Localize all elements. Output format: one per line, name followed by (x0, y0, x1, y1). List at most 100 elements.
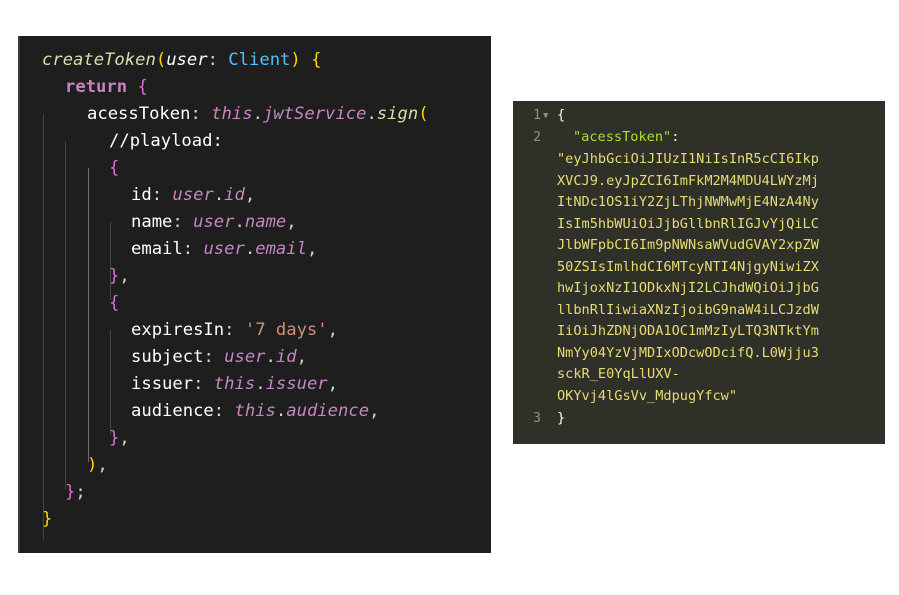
code-line-13[interactable]: issuer: this.issuer, (131, 371, 338, 398)
code-line-1[interactable]: createToken(user: Client) { (42, 47, 321, 74)
line-number: 2 (533, 130, 541, 145)
json-value-line: OKYvj4lGsVv_MdpugYfcw" (557, 387, 738, 404)
property-name: acessToken (87, 104, 191, 124)
comma: , (97, 455, 108, 475)
this-keyword: this (211, 104, 253, 124)
brace: } (42, 509, 53, 529)
member-name: name (244, 212, 287, 232)
colon: : (224, 320, 245, 340)
brace: } (109, 428, 120, 448)
json-value-line: XVCJ9.eyJpZCI6ImFkM2M4MDU4LWYzMj (557, 172, 819, 189)
member-name: jwtService (262, 104, 367, 124)
object-name: user (172, 185, 214, 205)
colon: : (207, 50, 229, 70)
colon: : (213, 401, 235, 421)
brace: } (65, 482, 76, 502)
colon: : (151, 185, 173, 205)
colon: : (671, 129, 680, 145)
code-line-5[interactable]: { (109, 155, 119, 182)
json-value-line: IsIm5hbWUiOiJjbGllbnRlIGJvYjQiLC (557, 215, 819, 232)
member-name: audience (286, 401, 370, 421)
json-value-line: llbnRlIiwiaXNzIjoibG9naW4iLCJzdW (557, 301, 819, 318)
semicolon: ; (75, 482, 86, 502)
paren: ( (155, 50, 167, 70)
property-name: subject (131, 347, 204, 367)
object-name: user (193, 212, 235, 232)
colon: : (182, 239, 204, 259)
json-value-line: hwIjoxNzI1ODkxNjI2LCJhdWQiOiJjbG (557, 280, 819, 296)
line-number: 1 (533, 108, 541, 123)
line-number-gutter: 1 ▼ 2 3 (513, 101, 550, 444)
code-line-7[interactable]: name: user.name, (131, 209, 297, 236)
code-line-6[interactable]: id: user.id, (131, 182, 255, 209)
member-name: id (224, 185, 245, 205)
code-line-9[interactable]: }, (109, 263, 130, 290)
brace: { (557, 107, 566, 123)
json-viewer[interactable]: 1 ▼ 2 3 { "acessToken": "eyJhbGciOiJIUzI… (513, 101, 885, 444)
json-line[interactable]: } (557, 408, 565, 430)
comma: , (306, 239, 318, 259)
indent-guide (88, 168, 89, 462)
member-name: id (275, 347, 297, 367)
colon: : (203, 347, 225, 367)
dot: . (234, 212, 245, 232)
comma: , (296, 347, 307, 367)
paren: ( (418, 104, 429, 124)
property-name: email (131, 239, 183, 259)
code-line-3[interactable]: acessToken: this.jwtService.sign( (87, 101, 429, 128)
code-line-2[interactable]: return { (65, 74, 148, 101)
code-line-18[interactable]: } (42, 506, 52, 533)
dot: . (244, 239, 256, 259)
indent-guide (110, 330, 111, 435)
comment: //playload: (109, 131, 223, 151)
comma: , (369, 401, 380, 421)
dot: . (252, 104, 263, 124)
property-name: audience (131, 401, 214, 421)
code-line-11[interactable]: expiresIn: '7 days', (131, 317, 338, 344)
indent-guide (43, 114, 44, 540)
comma: , (119, 266, 130, 286)
code-line-15[interactable]: }, (109, 425, 130, 452)
code-line-8[interactable]: email: user.email, (131, 236, 317, 263)
code-line-16[interactable]: ), (87, 452, 108, 479)
type-name: Client (228, 50, 291, 70)
brace: { (109, 293, 120, 313)
param-name: user (166, 50, 208, 70)
object-name: user (224, 347, 266, 367)
fold-toggle-icon[interactable]: ▼ (543, 111, 548, 121)
json-value-line: JlbWFpbCI6Im9pNWNsaWVudGVAY2xpZW (557, 237, 819, 253)
colon: : (193, 374, 214, 394)
property-name: name (131, 212, 173, 232)
json-value-line: "eyJhbGciOiJIUzI1NiIsInR5cCI6Ikp (557, 151, 819, 167)
json-line[interactable]: { (557, 105, 565, 127)
comma: , (286, 212, 297, 232)
json-line[interactable]: "acessToken": (573, 127, 679, 149)
json-value-line: NmYy04YzVjMDIxODcwODcifQ.L0Wjju3 (557, 344, 819, 361)
function-name: createToken (42, 50, 156, 70)
code-line-14[interactable]: audience: this.audience, (131, 398, 379, 425)
code-editor[interactable]: createToken(user: Client) { return { ace… (18, 36, 491, 553)
json-value-line: 50ZSIsImlhdCI6MTcyNTI4NjgyNiwiZX (557, 258, 819, 275)
dot: . (265, 347, 276, 367)
brace: { (137, 77, 148, 97)
dot: . (213, 185, 225, 205)
colon: : (172, 212, 194, 232)
dot: . (275, 401, 287, 421)
comma: , (327, 320, 338, 340)
code-line-4[interactable]: //playload: (109, 128, 223, 155)
code-line-12[interactable]: subject: user.id, (131, 344, 307, 371)
comma: , (244, 185, 256, 205)
line-number: 3 (533, 411, 541, 426)
property-name: id (131, 185, 152, 205)
code-line-10[interactable]: { (109, 290, 119, 317)
comma: , (119, 428, 130, 448)
this-keyword: this (213, 374, 256, 394)
json-key: "acessToken" (573, 129, 672, 145)
code-line-17[interactable]: }; (65, 479, 86, 506)
this-keyword: this (234, 401, 276, 421)
dot: . (366, 104, 377, 124)
json-value-line: sckR_E0YqLlUXV- (557, 366, 680, 382)
indent-guide (65, 141, 66, 489)
